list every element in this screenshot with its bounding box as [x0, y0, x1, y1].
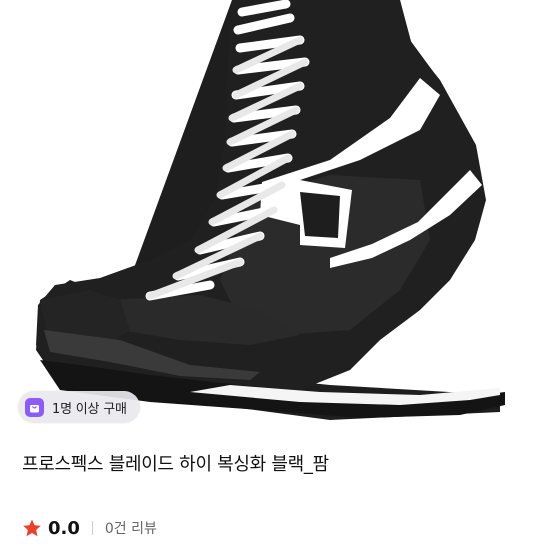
rating-value: 0.0: [48, 517, 80, 539]
buyer-count-text: 1명 이상 구매: [52, 401, 127, 417]
star-icon: [22, 518, 42, 538]
divider: [91, 521, 93, 535]
product-title[interactable]: 프로스펙스 블레이드 하이 복싱화 블랙_팜: [22, 450, 329, 476]
shopping-bag-icon: [25, 397, 44, 417]
buyer-count-badge: 1명 이상 구매: [18, 391, 140, 423]
boxing-shoe-illustration: [36, 0, 505, 420]
review-count[interactable]: 0건 리뷰: [105, 518, 157, 538]
product-image[interactable]: [0, 0, 554, 430]
rating-summary[interactable]: 0.0 0건 리뷰: [22, 515, 157, 541]
